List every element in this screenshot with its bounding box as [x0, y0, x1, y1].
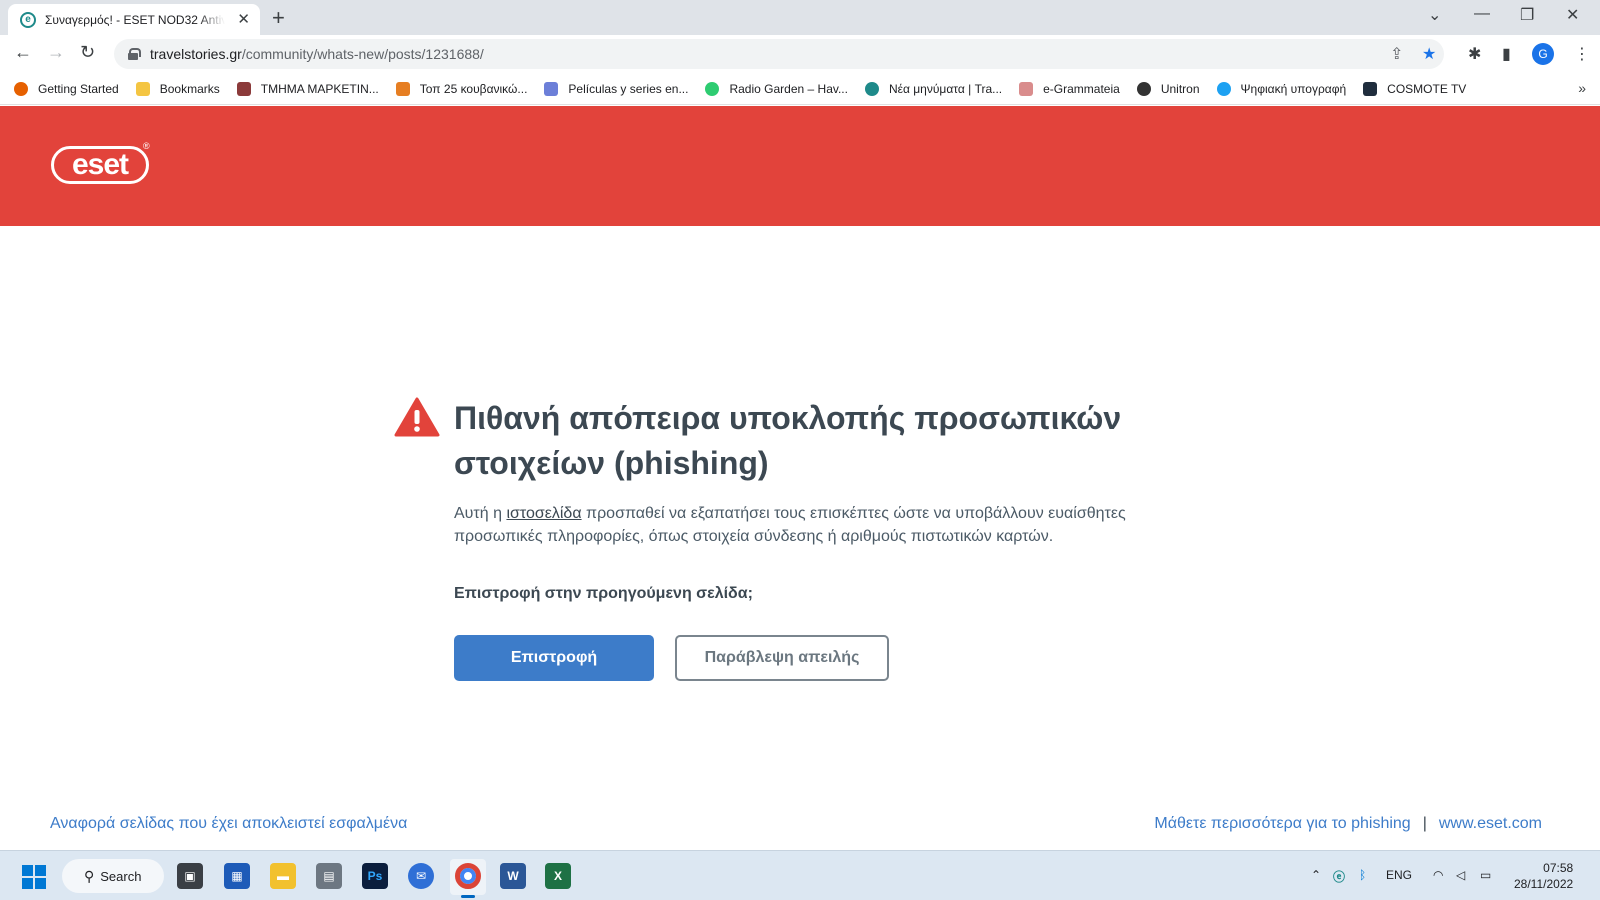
bookmark-label: Bookmarks	[159, 81, 220, 96]
go-back-button[interactable]: Επιστροφή	[454, 635, 654, 681]
warning-triangle-icon	[394, 397, 440, 437]
bookmark-item[interactable]: ΤΜΗΜΑ ΜΑΡΚΕΤΙΝ...	[236, 81, 379, 96]
minimize-icon[interactable]: —	[1474, 5, 1490, 23]
bookmark-label: Radio Garden – Hav...	[729, 81, 848, 96]
system-clock[interactable]: 07:58 28/11/2022	[1514, 860, 1573, 892]
page-title: Πιθανή απόπειρα υποκλοπής προσωπικών στο…	[454, 400, 1122, 481]
close-window-icon[interactable]: ✕	[1566, 5, 1579, 25]
shield-icon	[544, 81, 559, 96]
store-icon[interactable]: ▦	[224, 863, 250, 889]
bookmark-label: Películas y series en...	[568, 81, 689, 96]
eset-tray-icon[interactable]: ⓔ	[1333, 868, 1345, 885]
windows-start-icon[interactable]	[22, 865, 46, 889]
restore-icon[interactable]: ❐	[1520, 5, 1534, 25]
file-explorer-icon[interactable]: ▬	[270, 863, 296, 889]
tab-close-icon[interactable]: ✕	[237, 12, 250, 27]
eset-header-banner: eset ®	[0, 106, 1600, 226]
extensions-icon[interactable]: ✱	[1468, 44, 1481, 64]
forward-arrow-icon[interactable]: →	[47, 43, 65, 61]
bookmark-label: COSMOTE TV	[1387, 81, 1467, 96]
bluetooth-icon[interactable]: ᛒ	[1359, 868, 1366, 882]
photoshop-icon[interactable]: Ps	[362, 863, 388, 889]
language-indicator[interactable]: ENG	[1386, 868, 1412, 882]
e-icon	[864, 81, 879, 96]
bookmark-label: e-Grammateia	[1043, 81, 1120, 96]
bookmark-item[interactable]: Unitron	[1136, 81, 1200, 96]
bookmarks-overflow-icon[interactable]: »	[1578, 80, 1586, 96]
tab-search-icon[interactable]: ⌄	[1428, 5, 1441, 25]
bookmark-item[interactable]: Τοπ 25 κουβανικώ...	[395, 81, 528, 96]
side-panel-icon[interactable]: ▮	[1502, 44, 1511, 64]
tray-overflow-icon[interactable]: ⌃	[1311, 868, 1321, 882]
battery-icon[interactable]: ▭	[1480, 868, 1491, 882]
word-icon[interactable]: W	[500, 863, 526, 889]
footer-separator: |	[1422, 815, 1427, 832]
return-question: Επιστροφή στην προηγούμενη σελίδα;	[454, 585, 753, 602]
share-icon[interactable]: ⇪	[1390, 44, 1403, 64]
profile-avatar[interactable]: G	[1532, 43, 1554, 65]
browser-toolbar: ← → ↻ travelstories.gr/community/whats-n…	[0, 35, 1600, 73]
chrome-icon[interactable]	[455, 863, 481, 889]
excel-icon[interactable]: X	[545, 863, 571, 889]
report-false-positive-link[interactable]: Αναφορά σελίδας που έχει αποκλειστεί εσφ…	[50, 815, 407, 833]
active-tab[interactable]: e Συναγερμός! - ESET NOD32 Antivirus ✕	[8, 4, 260, 35]
learn-phishing-link[interactable]: Μάθετε περισσότερα για το phishing	[1154, 815, 1410, 833]
back-arrow-icon[interactable]: ←	[14, 43, 32, 61]
tv-icon	[1363, 81, 1378, 96]
bookmark-label: ΤΜΗΜΑ ΜΑΡΚΕΤΙΝ...	[260, 81, 379, 96]
lock-icon[interactable]	[128, 48, 141, 60]
bookmark-label: Νέα μηνύματα | Tra...	[888, 81, 1003, 96]
volume-icon[interactable]: ◁	[1456, 868, 1465, 882]
taskbar-search[interactable]: ⚲ Search	[62, 859, 164, 893]
bookmark-item[interactable]: Bookmarks	[135, 81, 220, 96]
website-link[interactable]: ιστοσελίδα	[506, 505, 581, 522]
bookmark-item[interactable]: e-Grammateia	[1019, 81, 1120, 96]
active-indicator	[461, 895, 475, 898]
url-text: travelstories.gr/community/whats-new/pos…	[150, 46, 484, 62]
clock-time: 07:58	[1543, 861, 1574, 875]
bookmark-item[interactable]: COSMOTE TV	[1363, 81, 1467, 96]
globe-icon	[1136, 81, 1151, 96]
bookmark-label: Ψηφιακή υπογραφή	[1240, 81, 1347, 96]
calculator-icon[interactable]: ▤	[316, 863, 342, 889]
bookmarks-bar: Getting Started Bookmarks ΤΜΗΜΑ ΜΑΡΚΕΤΙΝ..…	[0, 73, 1600, 105]
reload-icon[interactable]: ↻	[80, 43, 95, 61]
bookmark-star-icon[interactable]: ★	[1422, 44, 1436, 64]
tab-title: Συναγερμός! - ESET NOD32 Antivirus	[45, 12, 225, 27]
folder-icon	[135, 81, 150, 96]
description-start: Αυτή η	[454, 505, 507, 522]
task-view-icon[interactable]: ▣	[177, 863, 203, 889]
address-bar[interactable]: travelstories.gr/community/whats-new/pos…	[114, 39, 1444, 69]
site-icon	[236, 81, 251, 96]
in-icon	[1216, 81, 1231, 96]
footer-links: Μάθετε περισσότερα για το phishing | www…	[1154, 815, 1542, 833]
plane-icon	[395, 81, 410, 96]
site-icon	[1019, 81, 1034, 96]
thunderbird-icon[interactable]: ✉	[408, 863, 434, 889]
new-tab-button[interactable]: +	[272, 7, 285, 29]
bookmark-item[interactable]: Getting Started	[14, 81, 119, 96]
dot-icon	[705, 81, 720, 96]
warning-description: Αυτή η ιστοσελίδα προσπαθεί να εξαπατήσε…	[454, 502, 1214, 548]
menu-kebab-icon[interactable]: ⋮	[1574, 44, 1590, 64]
ignore-threat-button[interactable]: Παράβλεψη απειλής	[675, 635, 889, 681]
eset-website-link[interactable]: www.eset.com	[1439, 815, 1542, 833]
bookmark-item[interactable]: Νέα μηνύματα | Tra...	[864, 81, 1003, 96]
wifi-icon[interactable]: ◠	[1433, 868, 1443, 882]
bookmark-label: Unitron	[1160, 81, 1200, 96]
search-label: Search	[100, 868, 142, 884]
bookmark-item[interactable]: Películas y series en...	[544, 81, 689, 96]
registered-mark: ®	[143, 141, 150, 151]
bookmark-item[interactable]: Radio Garden – Hav...	[705, 81, 848, 96]
firefox-icon	[14, 81, 28, 96]
clock-date: 28/11/2022	[1514, 877, 1574, 891]
bookmark-item[interactable]: Ψηφιακή υπογραφή	[1216, 81, 1347, 96]
bookmark-label: Τοπ 25 κουβανικώ...	[419, 81, 528, 96]
eset-favicon-icon: e	[20, 11, 36, 28]
search-icon: ⚲	[84, 867, 95, 884]
windows-taskbar: ⚲ Search ▣ ▦ ▬ ▤ Ps ✉ W X ⌃ ⓔ ᛒ ENG ◠ ◁ …	[0, 850, 1600, 900]
bookmark-label: Getting Started	[38, 81, 119, 96]
eset-logo: eset	[51, 146, 149, 184]
tab-strip: e Συναγερμός! - ESET NOD32 Antivirus ✕ +…	[0, 0, 1600, 35]
